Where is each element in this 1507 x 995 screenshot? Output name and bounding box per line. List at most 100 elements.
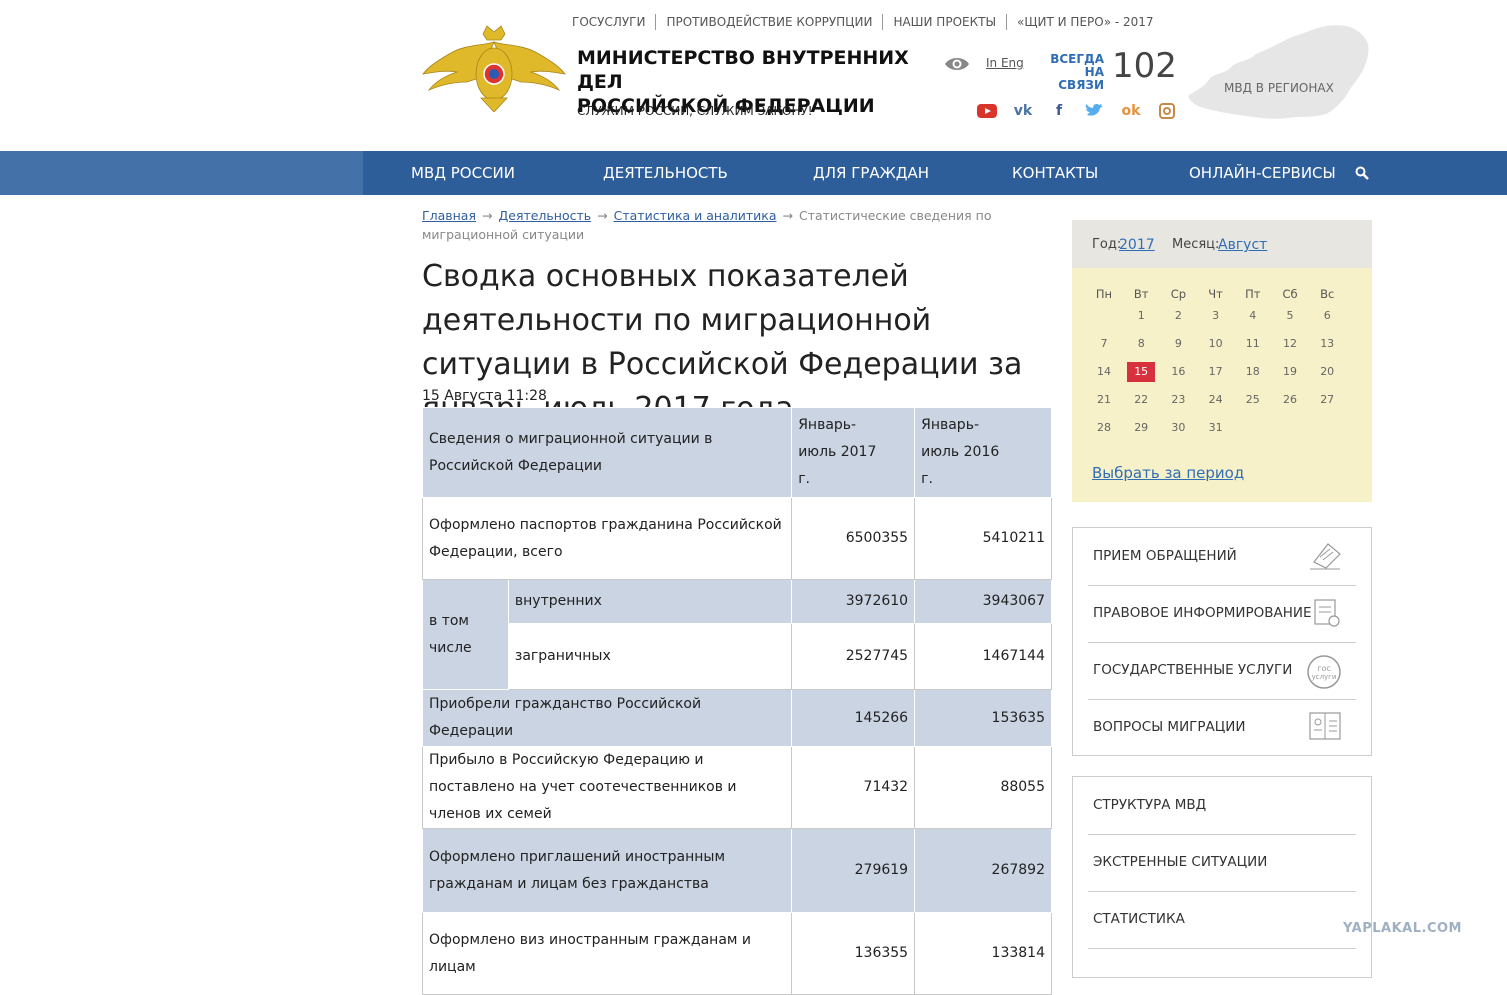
table-header-row: Сведения о миграционной ситуации в Росси… — [421, 407, 1052, 498]
row-value-2017: 2527745 — [791, 623, 916, 690]
top-link-gosuslugi[interactable]: ГОСУСЛУГИ — [562, 14, 657, 30]
calendar-day[interactable]: 28 — [1090, 418, 1118, 438]
odnoklassniki-icon[interactable]: ok — [1120, 101, 1142, 121]
calendar-day[interactable]: 20 — [1313, 362, 1341, 382]
search-icon[interactable] — [1355, 166, 1369, 180]
calendar-day[interactable]: 29 — [1127, 418, 1155, 438]
table-row: Оформлено виз иностранным гражданам и ли… — [421, 912, 1052, 995]
nav-contacts[interactable]: КОНТАКТЫ — [1012, 151, 1098, 195]
calendar-day[interactable]: 25 — [1239, 390, 1267, 410]
calendar-day[interactable]: 6 — [1313, 306, 1341, 326]
emblem-logo[interactable] — [421, 24, 567, 112]
calendar-day[interactable]: 18 — [1239, 362, 1267, 382]
row-value-2017: 6500355 — [791, 497, 916, 580]
year-label: Год: — [1092, 237, 1122, 252]
weekday-label: Сб — [1282, 287, 1298, 301]
migration-stats-table: Сведения о миграционной ситуации в Росси… — [421, 407, 1052, 995]
instagram-icon[interactable] — [1156, 101, 1178, 121]
service-label: ГОСУДАРСТВЕННЫЕ УСЛУГИ — [1093, 662, 1293, 678]
header-label: Сведения о миграционной ситуации в Росси… — [421, 407, 793, 498]
calendar-day[interactable]: 22 — [1127, 390, 1155, 410]
service-label: ВОПРОСЫ МИГРАЦИИ — [1093, 719, 1246, 735]
section-label: СТАТИСТИКА — [1093, 911, 1185, 927]
weekday-label: Чт — [1208, 287, 1223, 301]
section-emergencies[interactable]: ЭКСТРЕННЫЕ СИТУАЦИИ — [1088, 834, 1356, 892]
calendar-day[interactable]: 14 — [1090, 362, 1118, 382]
row-value-2017: 136355 — [791, 912, 916, 995]
section-structure[interactable]: СТРУКТУРА МВД — [1088, 777, 1356, 835]
service-migration[interactable]: ВОПРОСЫ МИГРАЦИИ — [1088, 699, 1356, 756]
page-title: Сводка основных показателей деятельности… — [422, 259, 1023, 426]
service-legal-info[interactable]: ПРАВОВОЕ ИНФОРМИРОВАНИЕ — [1088, 585, 1356, 643]
section-label: СТРУКТУРА МВД — [1093, 797, 1207, 813]
calendar-day[interactable]: 4 — [1239, 306, 1267, 326]
calendar-day[interactable]: 19 — [1276, 362, 1304, 382]
weekday-label: Вт — [1133, 287, 1149, 301]
english-link[interactable]: In Eng — [986, 56, 1024, 70]
calendar-day[interactable]: 13 — [1313, 334, 1341, 354]
top-link-shield-pen[interactable]: «ЩИТ И ПЕРО» - 2017 — [1007, 14, 1164, 30]
year-select[interactable]: 2017 — [1119, 237, 1155, 253]
top-link-anticorruption[interactable]: ПРОТИВОДЕЙСТВИЕ КОРРУПЦИИ — [656, 14, 884, 30]
month-select[interactable]: Август — [1218, 237, 1267, 253]
calendar-day[interactable]: 8 — [1127, 334, 1155, 354]
calendar-day[interactable]: 7 — [1090, 334, 1118, 354]
calendar-day[interactable]: 30 — [1164, 418, 1192, 438]
calendar-day[interactable]: 27 — [1313, 390, 1341, 410]
top-link-projects[interactable]: НАШИ ПРОЕКТЫ — [883, 14, 1008, 30]
regions-label[interactable]: МВД В РЕГИОНАХ — [1224, 81, 1334, 95]
breadcrumb-stats[interactable]: Статистика и аналитика — [614, 208, 777, 223]
calendar-day[interactable]: 31 — [1202, 418, 1230, 438]
row-label: Оформлено приглашений иностранным гражда… — [421, 828, 793, 913]
calendar-day[interactable]: 10 — [1202, 334, 1230, 354]
select-period-link[interactable]: Выбрать за период — [1092, 464, 1244, 482]
nav-mvd-russia[interactable]: МВД РОССИИ — [411, 151, 515, 195]
service-appeals[interactable]: ПРИЕМ ОБРАЩЕНИЙ — [1088, 528, 1356, 586]
breadcrumb-home[interactable]: Главная — [422, 208, 476, 223]
calendar-day[interactable]: 11 — [1239, 334, 1267, 354]
watermark: YAPLAKAL.COM — [1343, 921, 1462, 936]
calendar-day-today[interactable]: 15 — [1127, 362, 1156, 382]
twitter-icon[interactable] — [1084, 101, 1106, 121]
sections-box: СТРУКТУРА МВД ЭКСТРЕННЫЕ СИТУАЦИИ СТАТИС… — [1072, 776, 1372, 978]
facebook-icon[interactable]: f — [1048, 101, 1070, 121]
row-value-2017: 279619 — [791, 828, 916, 913]
table-row: Оформлено паспортов гражданина Российско… — [421, 497, 1052, 580]
header-col-2017: Январь-июль 2017 г. — [791, 407, 916, 498]
weekday-label: Ср — [1170, 287, 1187, 301]
calendar-day[interactable]: 26 — [1276, 390, 1304, 410]
calendar-day[interactable]: 17 — [1202, 362, 1230, 382]
russia-map-icon[interactable] — [1186, 20, 1372, 128]
accessibility-eye-icon[interactable] — [944, 55, 970, 73]
calendar-day[interactable]: 5 — [1276, 306, 1304, 326]
calendar-day[interactable]: 16 — [1164, 362, 1192, 382]
youtube-icon[interactable] — [976, 101, 998, 121]
section-statistics[interactable]: СТАТИСТИКА — [1088, 891, 1356, 949]
passport-id-icon — [1309, 712, 1341, 740]
hotline-number[interactable]: 102 — [1112, 46, 1177, 86]
service-gov-services[interactable]: ГОСУДАРСТВЕННЫЕ УСЛУГИ гос услуги — [1088, 642, 1356, 700]
table-row: Оформлено приглашений иностранным гражда… — [421, 828, 1052, 913]
row-value-2016: 5410211 — [914, 497, 1052, 580]
gosuslugi-icon: госуслуги — [1307, 655, 1341, 689]
calendar-header: Год: 2017 Месяц: Август — [1072, 220, 1372, 268]
nav-activity[interactable]: ДЕЯТЕЛЬНОСТЬ — [603, 151, 728, 195]
calendar-day[interactable]: 21 — [1090, 390, 1118, 410]
calendar-day[interactable]: 2 — [1164, 306, 1192, 326]
table-row: в том числе внутренних 3972610 3943067 — [422, 579, 1052, 690]
calendar-day[interactable]: 9 — [1164, 334, 1192, 354]
row-label: Оформлено виз иностранным гражданам и ли… — [421, 912, 793, 995]
calendar-day[interactable]: 1 — [1127, 306, 1155, 326]
calendar-day[interactable]: 23 — [1164, 390, 1192, 410]
breadcrumb-activity[interactable]: Деятельность — [498, 208, 591, 223]
breadcrumb-arrow: → — [597, 208, 608, 223]
calendar-day[interactable]: 3 — [1202, 306, 1230, 326]
table-row: Приобрели гражданство Российской Федерац… — [421, 689, 1052, 747]
calendar-day[interactable]: 24 — [1202, 390, 1230, 410]
nav-online-services[interactable]: ОНЛАЙН-СЕРВИСЫ — [1189, 151, 1336, 195]
publish-date: 15 Августа 11:28 — [422, 388, 547, 404]
breadcrumb-arrow: → — [482, 208, 493, 223]
vk-icon[interactable]: vk — [1012, 101, 1034, 121]
nav-for-citizens[interactable]: ДЛЯ ГРАЖДАН — [813, 151, 929, 195]
calendar-day[interactable]: 12 — [1276, 334, 1304, 354]
